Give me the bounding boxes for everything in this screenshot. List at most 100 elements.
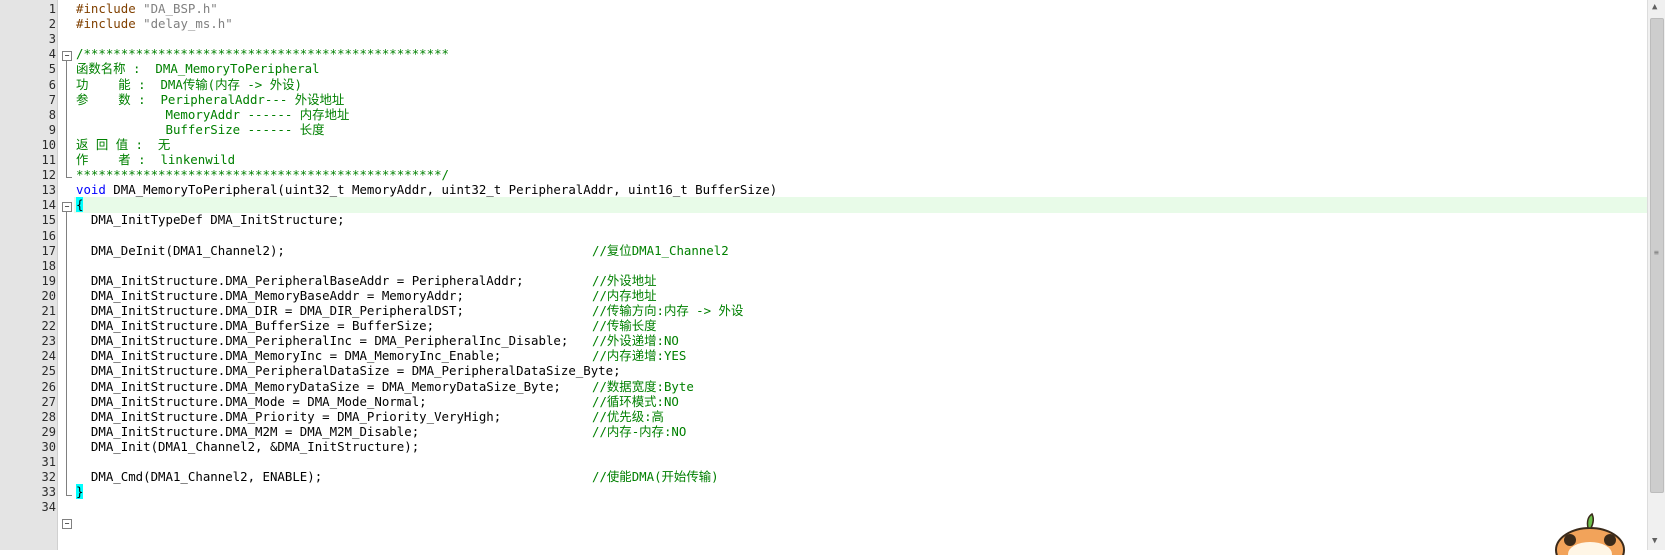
code-line[interactable]: 29 DMA_InitStructure.DMA_M2M = DMA_M2M_D…: [0, 424, 1648, 440]
code-line[interactable]: 1 #include "DA_BSP.h": [0, 1, 1648, 17]
code-line-area: 功 能 : DMA传输(内存 -> 外设): [74, 77, 1648, 93]
inline-comment: //传输长度: [592, 318, 657, 334]
scroll-thumb[interactable]: ≡: [1650, 18, 1664, 493]
code-line[interactable]: 23 DMA_InitStructure.DMA_PeripheralInc =…: [0, 333, 1648, 349]
code-line[interactable]: 8 MemoryAddr ------ 内存地址: [0, 107, 1648, 123]
inline-comment: //内存递增:YES: [592, 348, 687, 364]
code-line[interactable]: 15 DMA_InitTypeDef DMA_InitStructure;: [0, 212, 1648, 228]
fold-minus-icon[interactable]: −: [62, 51, 72, 61]
line-number: 8: [48, 107, 56, 122]
code-line[interactable]: 30 DMA_Init(DMA1_Channel2, &DMA_InitStru…: [0, 439, 1648, 455]
code-line[interactable]: 21 DMA_InitStructure.DMA_DIR = DMA_DIR_P…: [0, 303, 1648, 319]
cat-sticker-icon: [1555, 512, 1625, 555]
code-comment: 参 数 : PeripheralAddr--- 外设地址: [76, 91, 345, 107]
inline-comment: //外设地址: [592, 272, 657, 288]
code-line[interactable]: 19 DMA_InitStructure.DMA_PeripheralBaseA…: [0, 273, 1648, 289]
code-line[interactable]: 6 功 能 : DMA传输(内存 -> 外设): [0, 77, 1648, 93]
line-number: 1: [48, 2, 56, 16]
code-line-area: [74, 454, 1648, 470]
code-line[interactable]: 14 {: [0, 197, 1648, 214]
fold-guide: [66, 212, 67, 495]
code-line[interactable]: 18: [0, 258, 1648, 274]
code-editor[interactable]: 1 #include "DA_BSP.h" 2 #include "delay_ms.…: [0, 0, 1648, 550]
code-line[interactable]: 17 DMA_DeInit(DMA1_Channel2); //复位DMA1_Ch…: [0, 243, 1648, 259]
string-literal: "delay_ms.h": [143, 16, 233, 32]
code-text: DMA_InitStructure.DMA_Mode = DMA_Mode_No…: [76, 393, 427, 409]
inline-comment: //使能DMA(开始传输): [592, 469, 719, 485]
code-line[interactable]: 9 BufferSize ------ 长度: [0, 122, 1648, 138]
grip-icon: ≡: [1654, 248, 1659, 257]
code-line[interactable]: 12 **************************************…: [0, 167, 1648, 183]
fold-guide: [66, 61, 67, 177]
code-line[interactable]: 25 DMA_InitStructure.DMA_PeripheralDataS…: [0, 363, 1648, 379]
code-line[interactable]: 26 DMA_InitStructure.DMA_MemoryDataSize …: [0, 379, 1648, 395]
code-line-area: {: [74, 197, 1648, 214]
code-line[interactable]: 5 函数名称 : DMA_MemoryToPeripheral: [0, 61, 1648, 77]
code-line[interactable]: 16: [0, 228, 1648, 244]
line-number: 29: [41, 424, 56, 439]
line-number: 22: [41, 319, 56, 334]
line-number: 21: [41, 304, 56, 318]
code-line[interactable]: 13 void DMA_MemoryToPeripheral(uint32_t M…: [0, 182, 1648, 198]
code-line[interactable]: 28 DMA_InitStructure.DMA_Priority = DMA_…: [0, 409, 1648, 425]
code-line-area: DMA_InitStructure.DMA_Mode = DMA_Mode_No…: [74, 394, 1648, 410]
line-number: 25: [41, 364, 56, 379]
fold-minus-icon[interactable]: −: [62, 202, 72, 212]
code-text: DMA_InitStructure.DMA_MemoryBaseAddr = M…: [76, 287, 464, 303]
code-text: }: [76, 484, 84, 500]
line-number: 3: [48, 32, 56, 47]
code-line[interactable]: 7 参 数 : PeripheralAddr--- 外设地址: [0, 92, 1648, 108]
code-line-area: 作 者 : linkenwild: [74, 152, 1648, 168]
code-line-area: DMA_InitStructure.DMA_PeripheralInc = DM…: [74, 333, 1648, 349]
code-text: DMA_InitStructure.DMA_M2M = DMA_M2M_Disa…: [76, 423, 420, 439]
code-line[interactable]: 32 DMA_Cmd(DMA1_Channel2, ENABLE); //使能DM…: [0, 469, 1648, 485]
line-number: 19: [41, 273, 56, 288]
preprocessor-directive: #include: [76, 1, 144, 16]
code-line-area: BufferSize ------ 长度: [74, 122, 1648, 138]
code-text: DMA_InitStructure.DMA_DIR = DMA_DIR_Peri…: [76, 303, 464, 318]
code-line[interactable]: 27 DMA_InitStructure.DMA_Mode = DMA_Mode…: [0, 394, 1648, 410]
code-comment: 返 回 值 : 无: [76, 136, 171, 152]
code-line[interactable]: 22 DMA_InitStructure.DMA_BufferSize = Bu…: [0, 318, 1648, 334]
code-line[interactable]: 33}: [0, 484, 1648, 500]
function-signature: DMA_MemoryToPeripheral(uint32_t MemoryAd…: [105, 182, 778, 198]
code-line-area: DMA_InitStructure.DMA_BufferSize = Buffe…: [74, 318, 1648, 334]
scroll-up-icon[interactable]: ▲: [1652, 2, 1657, 12]
code-line[interactable]: 20 DMA_InitStructure.DMA_MemoryBaseAddr …: [0, 288, 1648, 304]
code-line-area: DMA_InitStructure.DMA_PeripheralBaseAddr…: [74, 273, 1648, 289]
line-number: 30: [41, 439, 56, 454]
code-line-area: DMA_InitStructure.DMA_PeripheralDataSize…: [74, 363, 1648, 379]
code-text: DMA_InitTypeDef DMA_InitStructure;: [76, 212, 345, 228]
code-text: DMA_DeInit(DMA1_Channel2);: [76, 242, 285, 258]
line-number: 17: [41, 243, 56, 258]
line-number: 31: [41, 455, 56, 469]
line-number: 5: [48, 62, 56, 77]
code-line[interactable]: 34: [0, 499, 1648, 515]
line-number: 16: [41, 228, 56, 243]
string-literal: "DA_BSP.h": [143, 1, 218, 16]
code-line[interactable]: 10 返 回 值 : 无: [0, 137, 1648, 153]
code-comment: /***************************************…: [76, 46, 449, 62]
code-line[interactable]: 11 作 者 : linkenwild: [0, 152, 1648, 168]
vertical-scrollbar[interactable]: ▲ ≡ ▼: [1647, 0, 1665, 550]
code-text: DMA_InitStructure.DMA_MemoryInc = DMA_Me…: [76, 348, 502, 364]
code-line-area: void DMA_MemoryToPeripheral(uint32_t Mem…: [74, 182, 1648, 198]
code-text: void DMA_MemoryToPeripheral(uint32_t Mem…: [76, 182, 777, 198]
code-line-area: [74, 228, 1648, 244]
code-comment: BufferSize ------ 长度: [76, 121, 325, 137]
code-line[interactable]: 3: [0, 31, 1648, 47]
scroll-down-icon[interactable]: ▼: [1652, 536, 1657, 546]
code-line[interactable]: 31: [0, 454, 1648, 470]
code-line[interactable]: 24 DMA_InitStructure.DMA_MemoryInc = DMA…: [0, 348, 1648, 364]
code-text: DMA_Init(DMA1_Channel2, &DMA_InitStructu…: [76, 438, 420, 454]
line-number: 4: [48, 47, 56, 62]
line-number: 18: [41, 258, 56, 273]
code-line[interactable]: 4 /**************************************…: [0, 46, 1648, 62]
line-number: 13: [41, 183, 56, 198]
code-line-area: DMA_DeInit(DMA1_Channel2); //复位DMA1_Chann…: [74, 243, 1648, 259]
code-line[interactable]: 2 #include "delay_ms.h": [0, 16, 1648, 32]
fold-minus-icon[interactable]: −: [62, 519, 72, 529]
line-number: 24: [41, 349, 56, 364]
code-line-area: }: [74, 484, 1648, 500]
inline-comment: //传输方向:内存 -> 外设: [592, 303, 744, 318]
